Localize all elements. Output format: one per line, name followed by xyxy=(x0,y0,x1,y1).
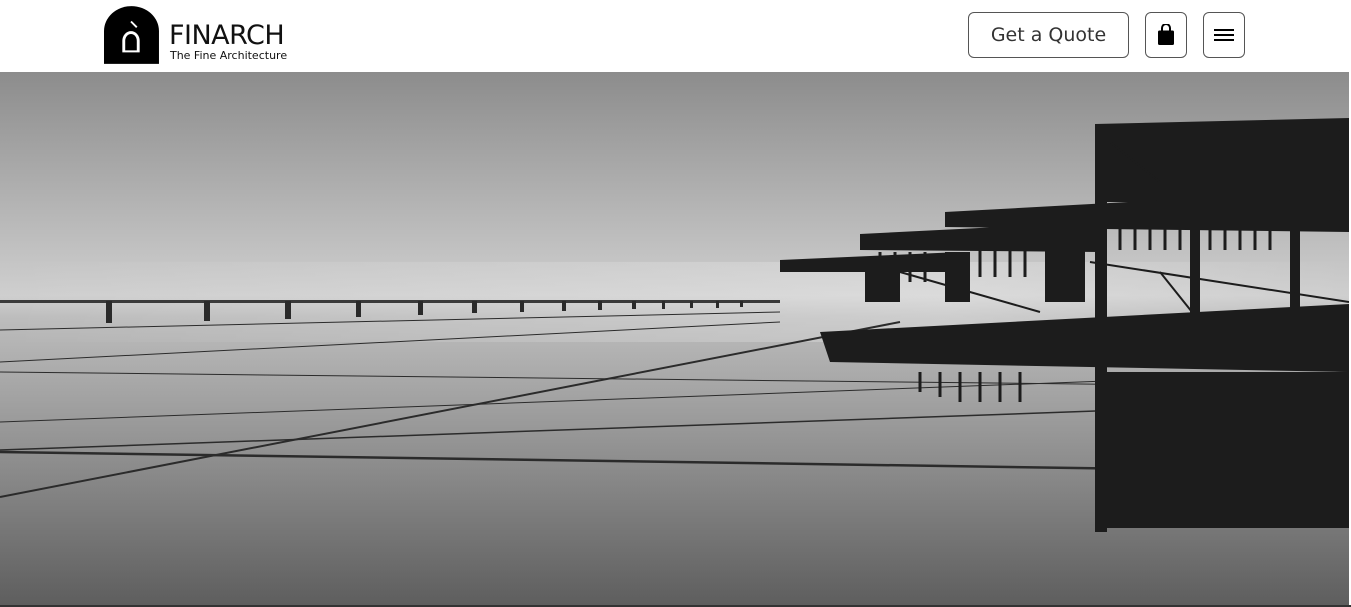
shopping-bag-icon xyxy=(1158,24,1174,45)
arch-door-icon xyxy=(104,6,159,64)
hero-image xyxy=(0,72,1349,605)
menu-button[interactable] xyxy=(1203,12,1245,58)
building-photo xyxy=(0,72,1349,605)
logo-tagline: The Fine Architecture xyxy=(169,49,288,62)
cart-button[interactable] xyxy=(1145,12,1187,58)
site-header: FINARCH The Fine Architecture Get a Quot… xyxy=(0,0,1351,72)
hamburger-menu-icon xyxy=(1214,29,1234,41)
logo-text: FINARCH The Fine Architecture xyxy=(169,5,304,65)
logo-link[interactable]: FINARCH The Fine Architecture xyxy=(104,5,304,65)
logo-name: FINARCH xyxy=(168,20,285,51)
get-a-quote-button[interactable]: Get a Quote xyxy=(968,12,1129,58)
